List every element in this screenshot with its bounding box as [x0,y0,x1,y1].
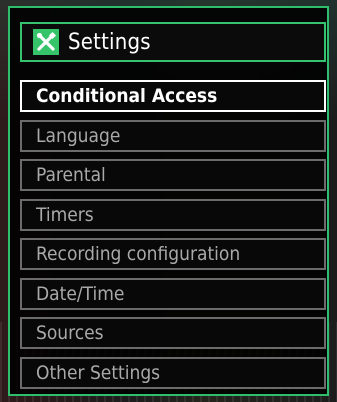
page-title: Settings [68,29,151,55]
menu-item-sources[interactable]: Sources [20,317,326,349]
menu-item-date-time[interactable]: Date/Time [20,277,326,310]
settings-header: Settings [20,22,326,62]
tools-icon [33,29,59,55]
menu-item-parental[interactable]: Parental [20,159,326,191]
menu-item-language[interactable]: Language [20,119,326,152]
menu-item-conditional-access[interactable]: Conditional Access [20,80,326,112]
menu-item-timers[interactable]: Timers [20,198,326,231]
menu-item-other-settings[interactable]: Other Settings [20,356,326,389]
menu-item-recording-configuration[interactable]: Recording configuration [20,238,326,270]
settings-menu: Conditional Access Language Parental Tim… [20,80,326,396]
